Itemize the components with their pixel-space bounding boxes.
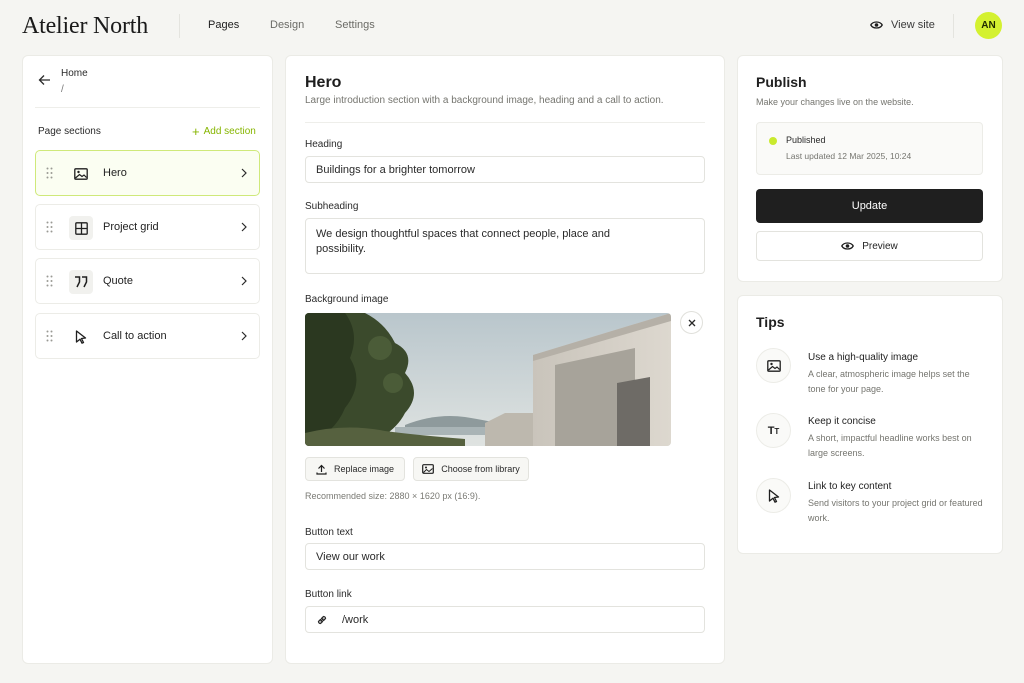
section-item-hero[interactable]: Hero xyxy=(35,150,260,196)
choose-from-library-button[interactable]: Choose from library xyxy=(413,457,529,481)
preview-button[interactable]: Preview xyxy=(756,231,983,261)
choose-library-label: Choose from library xyxy=(441,464,520,474)
chevron-right-icon xyxy=(241,168,247,178)
header-divider-2 xyxy=(953,14,954,38)
drag-handle-icon[interactable] xyxy=(46,167,53,179)
quote-icon xyxy=(69,270,93,294)
left-divider xyxy=(35,107,260,108)
close-icon xyxy=(688,319,695,326)
eye-icon xyxy=(841,242,855,250)
publish-status-box xyxy=(756,122,983,175)
section-label-quote: Quote xyxy=(103,275,133,287)
image-icon xyxy=(756,348,791,383)
upload-icon xyxy=(316,464,327,475)
avatar[interactable]: AN xyxy=(975,12,1002,39)
section-item-quote[interactable]: Quote xyxy=(35,258,260,304)
drag-handle-icon[interactable] xyxy=(46,330,53,342)
architecture-photo xyxy=(305,313,671,446)
brand-logo[interactable]: Atelier North xyxy=(22,13,148,40)
view-site-button[interactable]: View site xyxy=(870,19,935,31)
grid-icon xyxy=(69,216,93,240)
remove-image-button[interactable] xyxy=(680,311,703,334)
section-title: Hero xyxy=(305,74,342,91)
cursor-icon xyxy=(69,325,93,349)
breadcrumb-separator: / xyxy=(61,84,64,95)
update-button[interactable]: Update xyxy=(756,189,983,223)
tip-description: A clear, atmospheric image helps set the… xyxy=(808,369,970,394)
breadcrumb-home[interactable]: Home xyxy=(61,68,88,79)
drag-handle-icon[interactable] xyxy=(46,275,53,287)
section-label-hero: Hero xyxy=(103,167,127,179)
text-icon: TT xyxy=(756,413,791,448)
editor-divider xyxy=(305,122,705,123)
status-dot xyxy=(769,137,777,145)
image-icon xyxy=(69,162,93,186)
preview-label: Preview xyxy=(862,240,898,252)
button-link-label: Button link xyxy=(305,589,352,600)
tip-description: Send visitors to your project grid or fe… xyxy=(808,498,983,523)
heading-label: Heading xyxy=(305,139,343,150)
add-section-label: Add section xyxy=(203,126,256,137)
tab-design[interactable]: Design xyxy=(270,19,304,31)
section-label-project-grid: Project grid xyxy=(103,221,159,233)
button-text-label: Button text xyxy=(305,527,353,538)
page-sections-title: Page sections xyxy=(38,126,101,137)
chevron-right-icon xyxy=(241,331,247,341)
link-icon xyxy=(317,615,327,624)
replace-image-button[interactable]: Replace image xyxy=(305,457,405,481)
left-panel xyxy=(22,55,273,664)
last-updated-timestamp: Last updated 12 Mar 2025, 10:24 xyxy=(786,151,912,161)
tip-title: Keep it concise xyxy=(808,416,876,427)
image-icon xyxy=(422,464,435,474)
publish-title: Publish xyxy=(756,74,807,90)
heading-input[interactable]: Buildings for a brighter tomorrow xyxy=(305,156,705,183)
tips-title: Tips xyxy=(756,314,785,330)
chevron-right-icon xyxy=(241,276,247,286)
cursor-icon xyxy=(756,478,791,513)
tip-title: Use a high-quality image xyxy=(808,352,919,363)
back-arrow-icon[interactable] xyxy=(38,74,51,86)
background-image-preview[interactable] xyxy=(305,313,671,446)
section-item-call-to-action[interactable]: Call to action xyxy=(35,313,260,359)
status-badge: Published xyxy=(786,135,826,145)
header-divider xyxy=(179,14,180,38)
background-image-label: Background image xyxy=(305,294,389,305)
section-label-call-to-action: Call to action xyxy=(103,330,167,342)
subheading-textarea[interactable]: We design thoughtful spaces that connect… xyxy=(305,218,705,274)
plus-icon: + xyxy=(192,123,200,139)
publish-subtitle: Make your changes live on the website. xyxy=(756,97,914,107)
button-text-input[interactable]: View our work xyxy=(305,543,705,570)
tip-description: A short, impactful headline works best o… xyxy=(808,433,972,458)
tab-settings[interactable]: Settings xyxy=(335,19,375,31)
tab-pages[interactable]: Pages xyxy=(208,19,239,31)
add-section-button[interactable]: + Add section xyxy=(192,123,256,139)
section-description: Large introduction section with a backgr… xyxy=(305,95,664,106)
subheading-label: Subheading xyxy=(305,201,359,212)
chevron-right-icon xyxy=(241,222,247,232)
view-site-label: View site xyxy=(891,19,935,31)
button-link-input[interactable]: /work xyxy=(305,606,705,633)
drag-handle-icon[interactable] xyxy=(46,221,53,233)
tip-title: Link to key content xyxy=(808,481,892,492)
section-item-project-grid[interactable]: Project grid xyxy=(35,204,260,250)
button-link-value: /work xyxy=(342,613,369,626)
replace-image-label: Replace image xyxy=(333,464,395,474)
recommended-size-hint: Recommended size: 2880 × 1620 px (16:9). xyxy=(305,491,481,501)
eye-icon xyxy=(870,21,883,29)
